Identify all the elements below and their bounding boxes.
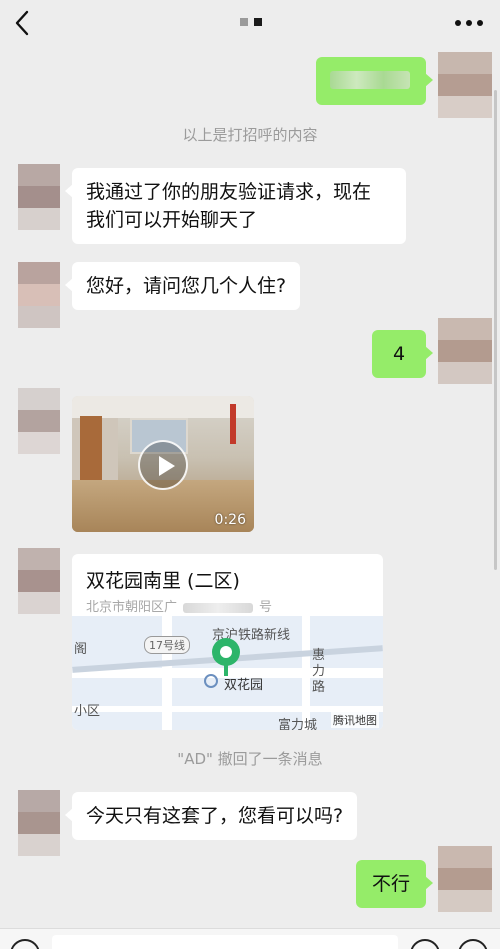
location-message[interactable]: 双花园南里 (二区) 北京市朝阳区广 号 阁 17号线 京沪铁路新线 双花园 惠 … (72, 554, 383, 730)
message-line: 我们可以开始聊天了 (86, 209, 258, 231)
message-self-obscured[interactable] (316, 57, 433, 105)
address-end: 号 (259, 600, 273, 615)
video-thumb-couplet (230, 404, 236, 444)
avatar-other[interactable] (18, 388, 60, 454)
message-self[interactable]: 4 (372, 330, 433, 378)
message-input[interactable] (52, 935, 398, 949)
map-road (162, 616, 172, 730)
address-obscured (183, 602, 254, 613)
avatar-other[interactable] (18, 262, 60, 328)
message-other[interactable]: 今天只有这套了，您看可以吗? (64, 792, 358, 840)
ellipsis-icon[interactable] (452, 12, 486, 34)
scrollbar[interactable] (494, 90, 497, 570)
message-self[interactable]: 不行 (356, 860, 433, 908)
avatar-other[interactable] (18, 548, 60, 614)
emoji-icon[interactable] (410, 939, 440, 949)
plus-icon[interactable] (458, 939, 488, 949)
video-message[interactable]: 0:26 (72, 396, 254, 532)
avatar-self[interactable] (438, 52, 492, 118)
avatar-self[interactable] (438, 318, 492, 384)
input-bar (0, 928, 500, 949)
chevron-left-icon[interactable] (8, 8, 38, 38)
avatar-other[interactable] (18, 164, 60, 230)
address-start: 北京市朝阳区广 (86, 600, 178, 615)
system-message-recall: "AD" 撤回了一条消息 (177, 750, 323, 768)
map-label: 小区 (74, 704, 101, 719)
voice-icon[interactable] (10, 939, 40, 949)
avatar-self[interactable] (438, 846, 492, 912)
location-title: 双花园南里 (二区) (86, 570, 240, 592)
home-icon (204, 674, 218, 688)
message-other[interactable]: 您好，请问您几个人住? (64, 262, 301, 310)
video-thumb-door (80, 416, 102, 484)
location-address: 北京市朝阳区广 号 (86, 596, 376, 615)
map-road (302, 616, 310, 730)
map-poi-label: 双花园 (224, 678, 264, 693)
location-pin-icon (212, 638, 240, 666)
message-line: 我通过了你的朋友验证请求，现在 (86, 181, 372, 203)
chat-title-obscured (240, 18, 264, 28)
map-brand-label: 腾讯地图 (331, 712, 379, 728)
system-message-greeting: 以上是打招呼的内容 (182, 126, 318, 144)
map-label: 阁 (74, 642, 88, 657)
obscured-text (330, 71, 410, 89)
video-duration: 0:26 (214, 512, 246, 528)
map-preview[interactable]: 阁 17号线 京沪铁路新线 双花园 惠 力 路 小区 富力城 腾讯地图 (72, 616, 383, 730)
chat-header (0, 0, 500, 46)
metro-line-badge: 17号线 (144, 636, 190, 654)
message-other[interactable]: 我通过了你的朋友验证请求，现在 我们可以开始聊天了 (65, 168, 406, 244)
map-road-label: 路 (312, 680, 326, 695)
play-icon[interactable] (138, 440, 188, 490)
video-thumb-ceiling (72, 396, 254, 418)
map-label: 富力城 (278, 718, 318, 730)
avatar-other[interactable] (18, 790, 60, 856)
